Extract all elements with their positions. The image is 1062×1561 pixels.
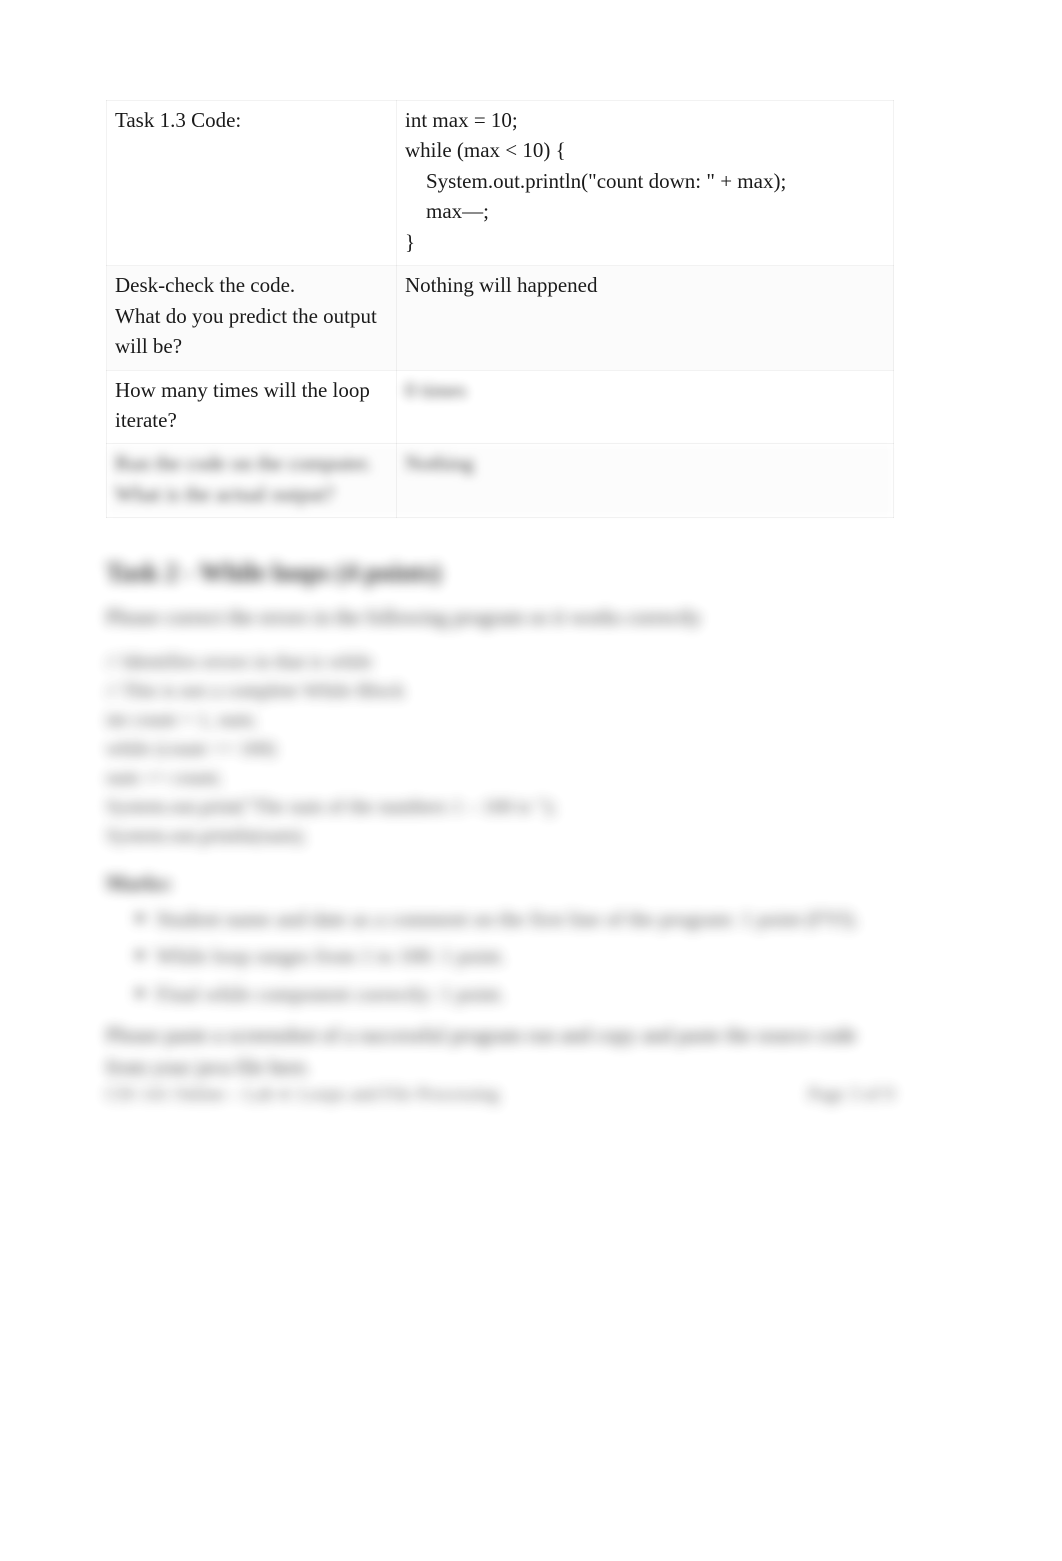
table-row: How many times will the loop iterate? 0 … [107,370,894,444]
task2-intro: Please correct the errors in the followi… [106,602,894,634]
row3-label: How many times will the loop iterate? [107,370,397,444]
page-content: Task 1.3 Code: int max = 10; while (max … [106,100,894,1097]
row2-label-line1: Desk-check the code. [115,273,295,297]
row2-label-line2: What do you predict the output will be? [115,304,377,358]
task2-heading: Task 2 - While loops (4 points) [106,558,894,588]
table-row: Run the code on the computer. What is th… [107,444,894,518]
row4-answer: Nothing [397,444,894,518]
marks-heading: Marks: [106,871,894,896]
list-item: Student name and date as a comment on th… [136,904,894,936]
row4-label: Run the code on the computer. What is th… [107,444,397,518]
row4-label-line1: Run the code on the computer. [115,451,372,475]
task2-closing: Please paste a screenshot of a successfu… [106,1020,894,1083]
task-1-3-table: Task 1.3 Code: int max = 10; while (max … [106,100,894,518]
list-item: Final while component correctly: 1 point… [136,979,894,1011]
row1-code: int max = 10; while (max < 10) { System.… [397,101,894,266]
row1-label: Task 1.3 Code: [107,101,397,266]
task2-section: Task 2 - While loops (4 points) Please c… [106,558,894,1083]
task2-code: // Identifies errors in that is while //… [106,648,894,851]
table-row: Task 1.3 Code: int max = 10; while (max … [107,101,894,266]
row2-label: Desk-check the code. What do you predict… [107,266,397,370]
row4-label-line2: What is the actual output? [115,482,334,506]
table-row: Desk-check the code. What do you predict… [107,266,894,370]
row3-answer: 0 times [397,370,894,444]
row2-answer: Nothing will happened [397,266,894,370]
list-item: While loop ranges from 1 to 100: 1 point… [136,941,894,973]
marks-list: Student name and date as a comment on th… [136,904,894,1011]
